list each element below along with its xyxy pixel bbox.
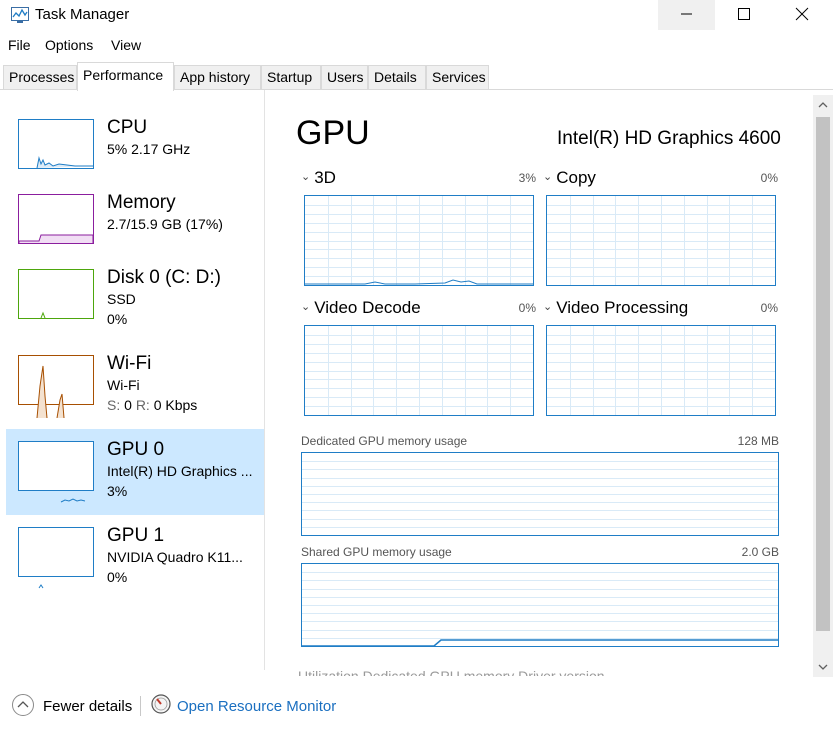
cpu-thumbnail-graph <box>18 119 94 169</box>
page-title: GPU <box>296 114 370 152</box>
scroll-thumb[interactable] <box>816 117 830 631</box>
task-manager-icon <box>11 7 29 23</box>
resource-list: CPU 5% 2.17 GHz Memory 2.7/15.9 GB (17%)… <box>0 90 265 670</box>
send-value: 0 <box>124 397 132 413</box>
minimize-icon <box>681 13 692 15</box>
engine-graph-copy <box>546 195 776 286</box>
shared-memory-label: Shared GPU memory usage <box>301 545 452 559</box>
engine-graph-video-processing <box>546 325 776 416</box>
disk-thumbnail-graph <box>18 269 94 319</box>
resource-name: Memory <box>107 192 176 213</box>
minimize-button[interactable] <box>658 0 715 30</box>
receive-label: R: <box>135 397 150 413</box>
resource-detail: 5% 2.17 GHz <box>107 141 191 157</box>
menu-file[interactable]: File <box>8 37 31 53</box>
open-resource-monitor-link[interactable]: Open Resource Monitor <box>177 698 336 715</box>
shared-memory-graph <box>301 563 779 647</box>
resource-name: CPU <box>107 117 148 138</box>
resource-item-memory[interactable]: Memory 2.7/15.9 GB (17%) <box>6 182 264 268</box>
tab-details[interactable]: Details <box>368 65 426 89</box>
resource-item-wifi[interactable]: Wi-Fi Wi-Fi S: 0 R: 0 Kbps <box>6 343 264 429</box>
memory-thumbnail-graph <box>18 194 94 244</box>
resource-detail: NVIDIA Quadro K11... <box>107 549 243 565</box>
engine-selector-copy[interactable]: ⌄ Copy <box>543 168 596 188</box>
resource-name: GPU 0 <box>107 439 165 460</box>
chevron-down-icon: ⌄ <box>301 301 311 313</box>
engine-label: 3D <box>314 168 336 187</box>
dedicated-memory-graph <box>301 452 779 536</box>
resource-detail: SSD <box>107 291 136 307</box>
maximize-button[interactable] <box>715 0 772 30</box>
chevron-down-icon <box>818 664 828 670</box>
divider <box>140 696 141 716</box>
engine-label: Video Processing <box>556 298 689 317</box>
engine-selector-video-decode[interactable]: ⌄ Video Decode <box>301 298 421 318</box>
close-icon <box>795 7 809 21</box>
scroll-down-button[interactable] <box>813 657 833 677</box>
tab-services[interactable]: Services <box>426 65 489 89</box>
wifi-throughput: S: 0 R: 0 Kbps <box>107 397 197 413</box>
resource-usage: 0% <box>107 311 128 327</box>
dedicated-memory-label: Dedicated GPU memory usage <box>301 434 468 448</box>
tab-app-history[interactable]: App history <box>174 65 261 89</box>
resource-detail: Intel(R) HD Graphics ... <box>107 463 253 479</box>
engine-selector-3d[interactable]: ⌄ 3D <box>301 168 336 188</box>
engine-graph-video-decode <box>304 325 534 416</box>
tab-processes[interactable]: Processes <box>3 65 77 89</box>
chevron-up-circle-icon[interactable] <box>11 693 35 717</box>
resource-detail: Wi-Fi <box>107 377 140 393</box>
chevron-down-icon: ⌄ <box>543 171 553 183</box>
tab-strip: Processes Performance App history Startu… <box>0 62 833 91</box>
chevron-down-icon: ⌄ <box>543 301 553 313</box>
resource-item-gpu0[interactable]: GPU 0 Intel(R) HD Graphics ... 3% <box>6 429 264 515</box>
resource-name: Disk 0 (C: D:) <box>107 267 221 288</box>
gpu-model-name: Intel(R) HD Graphics 4600 <box>557 128 781 149</box>
resource-detail: 2.7/15.9 GB (17%) <box>107 216 223 232</box>
engine-usage: 0% <box>760 301 778 315</box>
send-label: S: <box>107 397 121 413</box>
fewer-details-button[interactable]: Fewer details <box>43 698 132 715</box>
shared-memory-line <box>302 639 778 646</box>
engine-graph-3d <box>304 195 534 286</box>
resource-usage: 3% <box>107 483 128 499</box>
resource-item-disk[interactable]: Disk 0 (C: D:) SSD 0% <box>6 257 264 343</box>
resource-name: GPU 1 <box>107 525 165 546</box>
resource-usage: 0% <box>107 569 128 585</box>
chevron-up-icon <box>818 102 828 108</box>
engine-label: Video Decode <box>314 298 421 317</box>
window-title: Task Manager <box>35 6 130 23</box>
tab-users[interactable]: Users <box>321 65 368 89</box>
dedicated-memory-max: 128 MB <box>737 434 779 448</box>
wifi-thumbnail-graph <box>18 355 94 418</box>
tab-performance[interactable]: Performance <box>77 62 174 91</box>
engine-selector-video-processing[interactable]: ⌄ Video Processing <box>543 298 688 318</box>
vertical-scrollbar[interactable] <box>813 95 833 677</box>
menu-options[interactable]: Options <box>45 37 93 53</box>
scroll-up-button[interactable] <box>813 95 833 115</box>
engine-usage: 0% <box>760 171 778 185</box>
resource-monitor-icon[interactable] <box>151 694 171 714</box>
resource-item-cpu[interactable]: CPU 5% 2.17 GHz <box>6 107 264 193</box>
resource-item-gpu1[interactable]: GPU 1 NVIDIA Quadro K11... 0% <box>6 515 264 601</box>
receive-value: 0 Kbps <box>153 397 198 413</box>
engine-label: Copy <box>556 168 596 187</box>
tab-startup[interactable]: Startup <box>261 65 321 89</box>
engine-usage: 0% <box>518 301 536 315</box>
engine-usage: 3% <box>518 171 536 185</box>
shared-memory-max: 2.0 GB <box>741 545 779 559</box>
menu-view[interactable]: View <box>111 37 141 53</box>
title-bar: Task Manager <box>0 0 833 32</box>
resource-name: Wi-Fi <box>107 353 152 374</box>
maximize-icon <box>738 8 750 20</box>
details-section-cutoff: Utilization Dedicated GPU memory Driver … <box>298 668 605 676</box>
close-button[interactable] <box>773 0 830 30</box>
footer-bar: Fewer details Open Resource Monitor <box>0 680 833 736</box>
chevron-down-icon: ⌄ <box>301 171 311 183</box>
gpu1-thumbnail-graph <box>18 527 94 589</box>
gpu0-thumbnail-graph <box>18 441 94 503</box>
